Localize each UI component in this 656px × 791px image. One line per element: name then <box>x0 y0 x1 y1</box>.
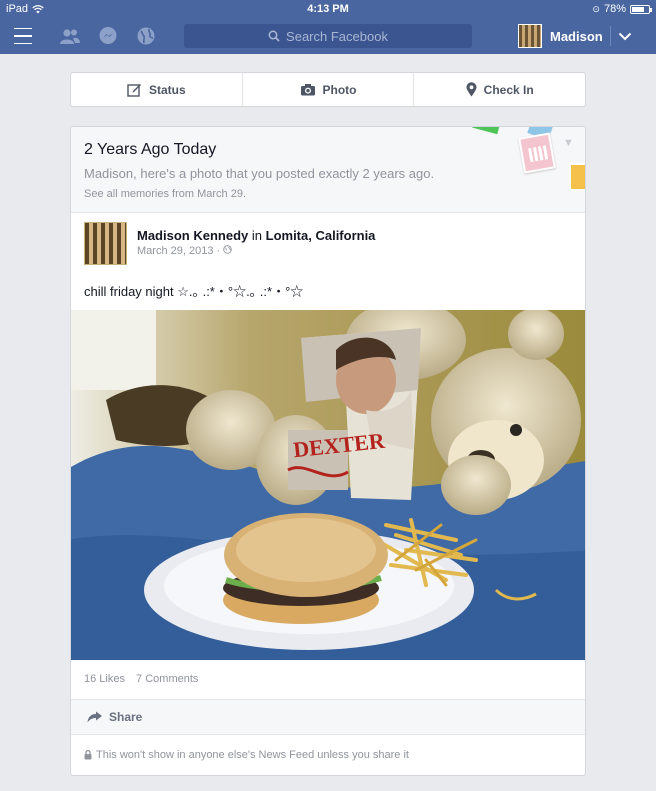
post-options-chevron-icon[interactable]: ▼ <box>563 137 574 149</box>
likes-count[interactable]: 16 Likes <box>84 673 125 685</box>
calendar-sticker-decoration <box>518 132 556 174</box>
privacy-note: This won't show in anyone else's News Fe… <box>84 749 409 761</box>
messages-icon[interactable] <box>96 25 120 47</box>
author-name[interactable]: Madison Kennedy <box>137 228 248 243</box>
search-icon <box>268 30 280 42</box>
avatar <box>518 24 542 48</box>
cat-sticker-decoration <box>569 163 585 191</box>
camera-icon <box>300 84 315 96</box>
privacy-text: This won't show in anyone else's News Fe… <box>96 749 409 761</box>
author-avatar[interactable] <box>84 222 127 265</box>
photo-label: Photo <box>322 82 357 97</box>
battery-icon <box>630 4 652 14</box>
status-bar: iPad 4:13 PM ⊙ 78% <box>0 0 656 18</box>
post-photo[interactable]: DEXTER <box>71 310 585 660</box>
search-input[interactable]: Search Facebook <box>184 24 472 48</box>
engagement-counts: 16 Likes 7 Comments <box>84 673 198 685</box>
nav-divider <box>610 26 611 46</box>
friends-icon[interactable] <box>58 25 82 47</box>
memory-title: 2 Years Ago Today <box>84 141 217 158</box>
meta-separator: · <box>216 245 221 257</box>
lock-rotation-icon: ⊙ <box>592 3 600 14</box>
status-time: 4:13 PM <box>307 3 349 15</box>
comments-count[interactable]: 7 Comments <box>136 673 198 685</box>
status-button[interactable]: Status <box>71 73 242 106</box>
post-date[interactable]: March 29, 2013 <box>137 245 213 257</box>
post-author-line: Madison Kennedy in Lomita, California <box>137 228 375 243</box>
search-placeholder: Search Facebook <box>286 28 388 44</box>
globe-icon <box>223 245 232 254</box>
status-bar-right: ⊙ 78% <box>592 3 652 15</box>
edit-icon <box>127 84 141 97</box>
post-meta: March 29, 2013 · <box>137 245 232 257</box>
location-pin-icon <box>466 82 477 97</box>
top-nav-bar: Search Facebook Madison <box>0 18 656 54</box>
photo-button[interactable]: Photo <box>241 73 414 106</box>
post-location[interactable]: Lomita, California <box>266 228 376 243</box>
profile-name: Madison <box>550 28 603 44</box>
confetti-decoration <box>472 127 500 135</box>
memories-header: ▼ 2 Years Ago Today Madison, here's a ph… <box>71 127 585 213</box>
share-arrow-icon <box>87 711 102 723</box>
post-header: Madison Kennedy in Lomita, California Ma… <box>71 213 585 265</box>
see-all-memories-link[interactable]: See all memories from March 29. <box>84 188 585 200</box>
lock-icon <box>84 750 92 760</box>
photo-illustration: DEXTER <box>71 310 585 660</box>
share-label: Share <box>109 710 143 724</box>
share-button[interactable]: Share <box>71 699 585 735</box>
post-text: chill friday night ☆.｡ .:*・°☆.｡ .:*・°☆ <box>84 284 304 299</box>
status-label: Status <box>148 82 186 97</box>
memory-subtitle: Madison, here's a photo that you posted … <box>84 166 435 181</box>
globe-icon[interactable] <box>134 25 158 47</box>
author-connector: in <box>251 228 262 243</box>
battery-percent: 78% <box>603 3 626 15</box>
composer-bar: Status Photo Check In <box>70 72 586 107</box>
profile-button[interactable]: Madison <box>518 23 603 49</box>
chevron-down-icon[interactable] <box>614 25 636 47</box>
check-in-button[interactable]: Check In <box>413 73 585 106</box>
check-in-label: Check In <box>483 82 534 97</box>
memory-post-card: ▼ 2 Years Ago Today Madison, here's a ph… <box>70 126 586 776</box>
hamburger-icon[interactable] <box>12 25 34 47</box>
